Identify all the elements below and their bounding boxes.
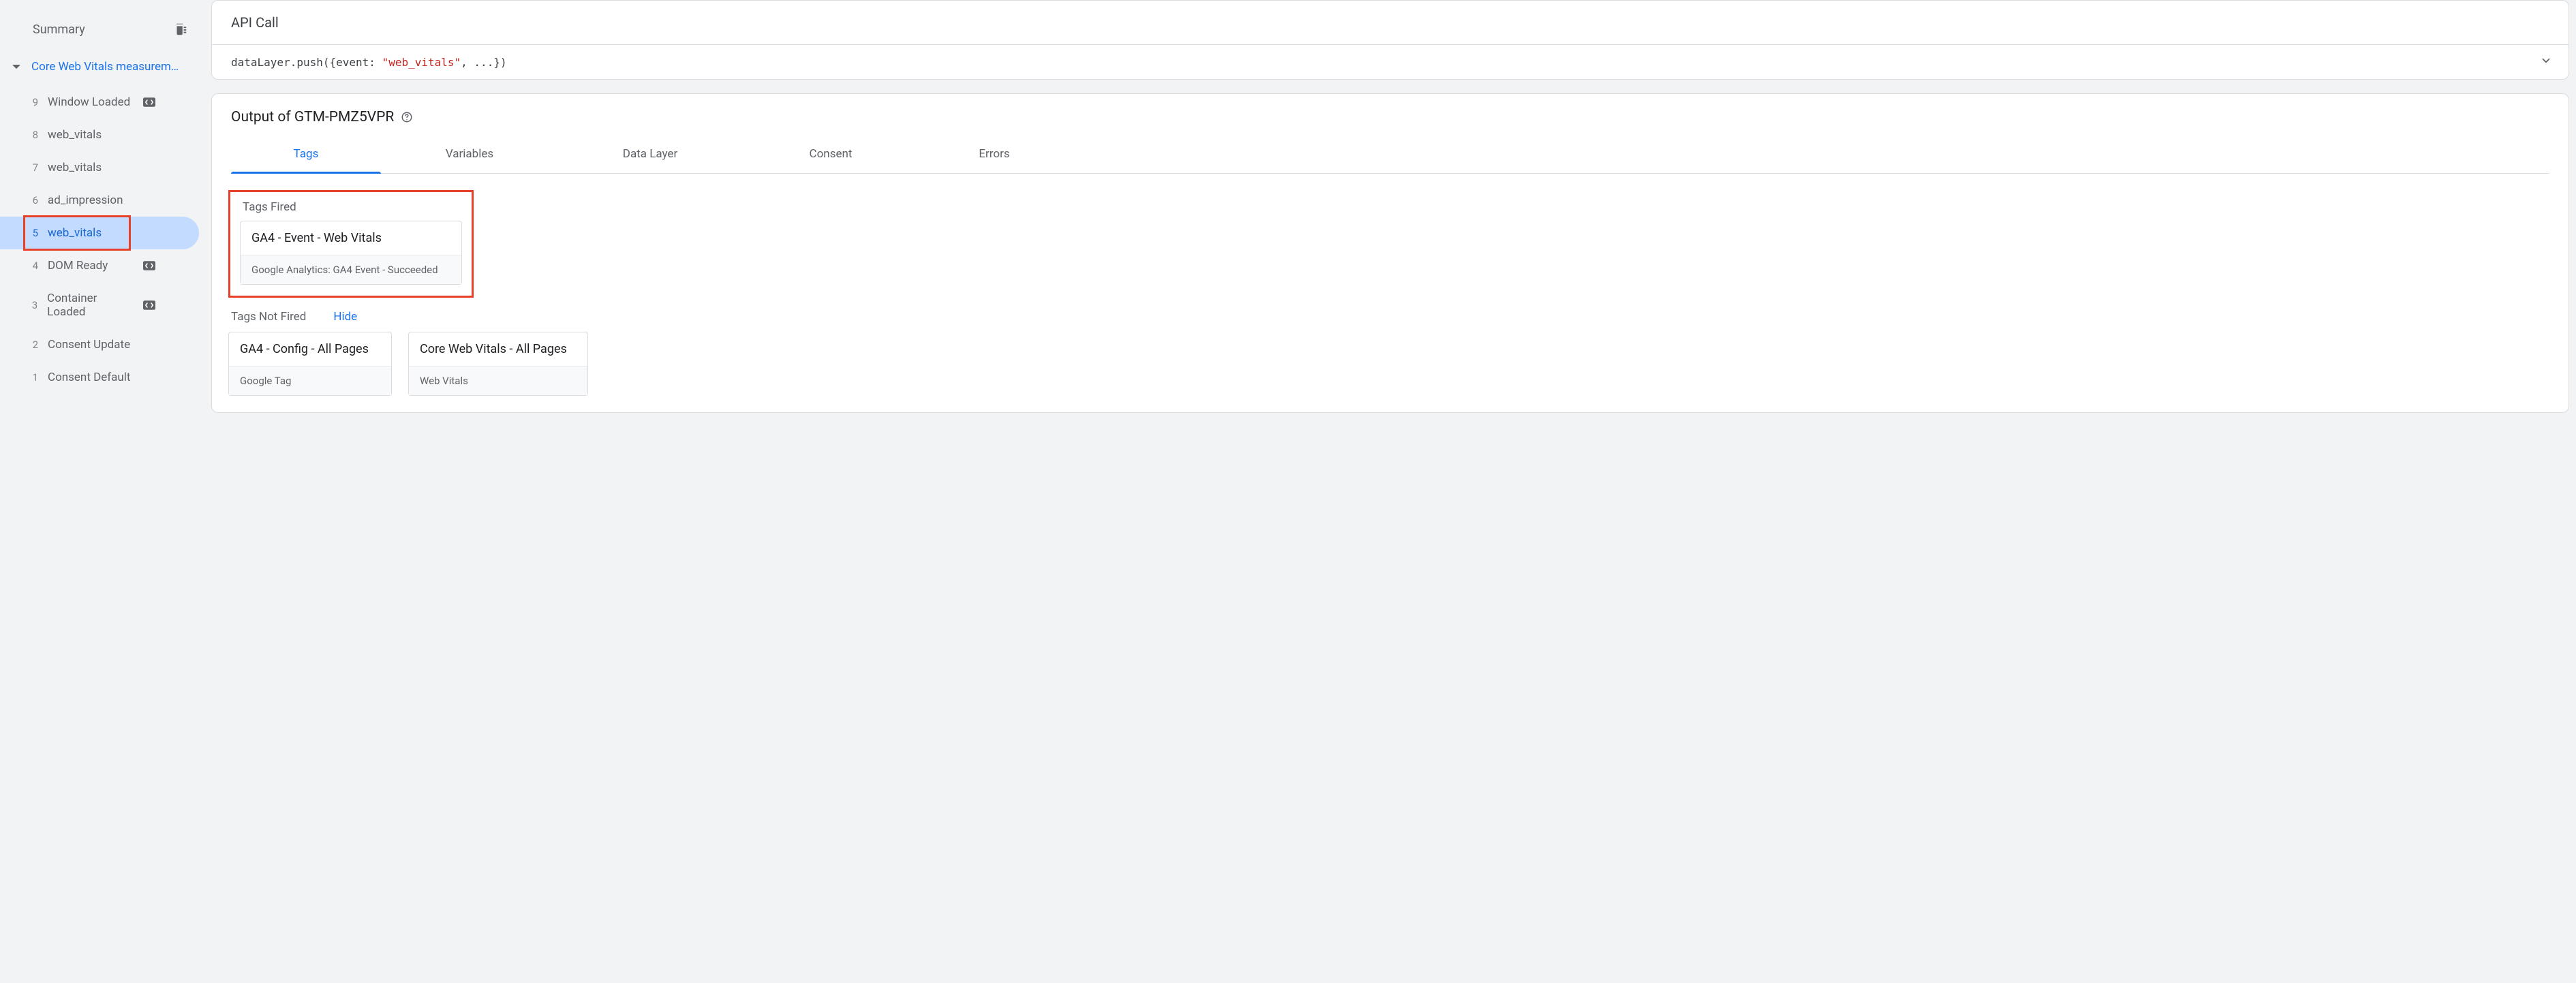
- tag-card-fired[interactable]: GA4 - Event - Web Vitals Google Analytic…: [240, 221, 462, 285]
- event-index: 7: [27, 161, 38, 174]
- summary-label: Summary: [33, 22, 85, 37]
- event-index: 1: [27, 371, 38, 384]
- session-group-label: Core Web Vitals measurem…: [31, 60, 179, 74]
- code-icon: [143, 261, 155, 270]
- event-item-web-vitals-selected[interactable]: 5 web_vitals: [0, 217, 199, 249]
- tab-variables[interactable]: Variables: [381, 135, 558, 173]
- tab-tags[interactable]: Tags: [231, 135, 381, 173]
- event-label: DOM Ready: [48, 259, 108, 272]
- event-item-container-loaded[interactable]: 3 Container Loaded: [0, 282, 199, 328]
- summary-row[interactable]: Summary: [0, 16, 204, 53]
- event-index: 2: [27, 339, 38, 351]
- event-index: 5: [27, 227, 38, 239]
- hide-link[interactable]: Hide: [333, 310, 357, 324]
- event-item-web-vitals[interactable]: 8 web_vitals: [0, 119, 199, 151]
- event-label: web_vitals: [48, 128, 102, 142]
- tab-errors[interactable]: Errors: [919, 135, 1069, 173]
- event-index: 9: [27, 96, 38, 108]
- tab-consent[interactable]: Consent: [742, 135, 919, 173]
- tag-card-not-fired[interactable]: Core Web Vitals - All Pages Web Vitals: [408, 332, 588, 396]
- event-label: Consent Default: [48, 371, 131, 384]
- output-title-row: Output of GTM-PMZ5VPR: [231, 109, 2549, 125]
- session-group-row[interactable]: Core Web Vitals measurem…: [0, 53, 204, 80]
- chevron-down-icon: [12, 65, 20, 69]
- api-call-card: API Call dataLayer.push({event: "web_vit…: [211, 0, 2569, 80]
- tag-card-title: GA4 - Event - Web Vitals: [241, 221, 461, 255]
- tag-card-not-fired[interactable]: GA4 - Config - All Pages Google Tag: [228, 332, 392, 396]
- clear-list-icon[interactable]: [173, 22, 188, 37]
- event-index: 8: [27, 129, 38, 141]
- sidebar: Summary Core Web Vitals measurem… 9 Wind…: [0, 0, 204, 983]
- event-label: Container Loaded: [47, 292, 134, 319]
- output-title: Output of GTM-PMZ5VPR: [231, 109, 394, 125]
- code-icon: [143, 300, 155, 310]
- event-item-window-loaded[interactable]: 9 Window Loaded: [0, 86, 199, 119]
- tag-card-title: GA4 - Config - All Pages: [229, 332, 391, 366]
- chevron-down-icon[interactable]: [2540, 54, 2552, 69]
- event-label: Window Loaded: [48, 95, 130, 109]
- code-icon: [143, 97, 155, 107]
- event-item-web-vitals[interactable]: 7 web_vitals: [0, 151, 199, 184]
- tags-fired-highlight: Tags Fired GA4 - Event - Web Vitals Goog…: [228, 190, 474, 298]
- event-item-ad-impression[interactable]: 6 ad_impression: [0, 184, 199, 217]
- event-label: ad_impression: [48, 193, 123, 207]
- tag-card-sub: Google Tag: [229, 366, 391, 395]
- event-list: 9 Window Loaded 8 web_vitals 7 web_vital…: [0, 80, 204, 394]
- output-tabs: Tags Variables Data Layer Consent Errors: [231, 135, 2549, 174]
- event-label: web_vitals: [48, 161, 102, 174]
- tab-data-layer[interactable]: Data Layer: [558, 135, 742, 173]
- output-header: Output of GTM-PMZ5VPR Tags Variables Dat…: [212, 94, 2569, 174]
- event-label: web_vitals: [48, 226, 102, 240]
- event-index: 3: [27, 299, 37, 311]
- api-call-code: dataLayer.push({event: "web_vitals", ...…: [231, 56, 507, 69]
- event-item-dom-ready[interactable]: 4 DOM Ready: [0, 249, 199, 282]
- tags-not-fired-row: Tags Not Fired Hide: [228, 298, 2552, 332]
- event-index: 4: [27, 260, 38, 272]
- event-item-consent-default[interactable]: 1 Consent Default: [0, 361, 199, 394]
- tags-not-fired-label: Tags Not Fired: [231, 310, 306, 324]
- help-icon[interactable]: [401, 111, 413, 123]
- main-panel: API Call dataLayer.push({event: "web_vit…: [204, 0, 2576, 983]
- output-card: Output of GTM-PMZ5VPR Tags Variables Dat…: [211, 93, 2569, 413]
- api-call-row[interactable]: dataLayer.push({event: "web_vitals", ...…: [212, 45, 2569, 79]
- tags-not-fired-cards: GA4 - Config - All Pages Google Tag Core…: [228, 332, 2552, 396]
- event-label: Consent Update: [48, 338, 130, 352]
- tags-fired-label: Tags Fired: [240, 199, 462, 221]
- tag-card-sub: Web Vitals: [409, 366, 587, 395]
- api-call-title: API Call: [212, 1, 2569, 45]
- tag-card-sub: Google Analytics: GA4 Event - Succeeded: [241, 255, 461, 284]
- output-body: Tags Fired GA4 - Event - Web Vitals Goog…: [212, 174, 2569, 412]
- event-item-consent-update[interactable]: 2 Consent Update: [0, 328, 199, 361]
- event-index: 6: [27, 194, 38, 206]
- tag-card-title: Core Web Vitals - All Pages: [409, 332, 587, 366]
